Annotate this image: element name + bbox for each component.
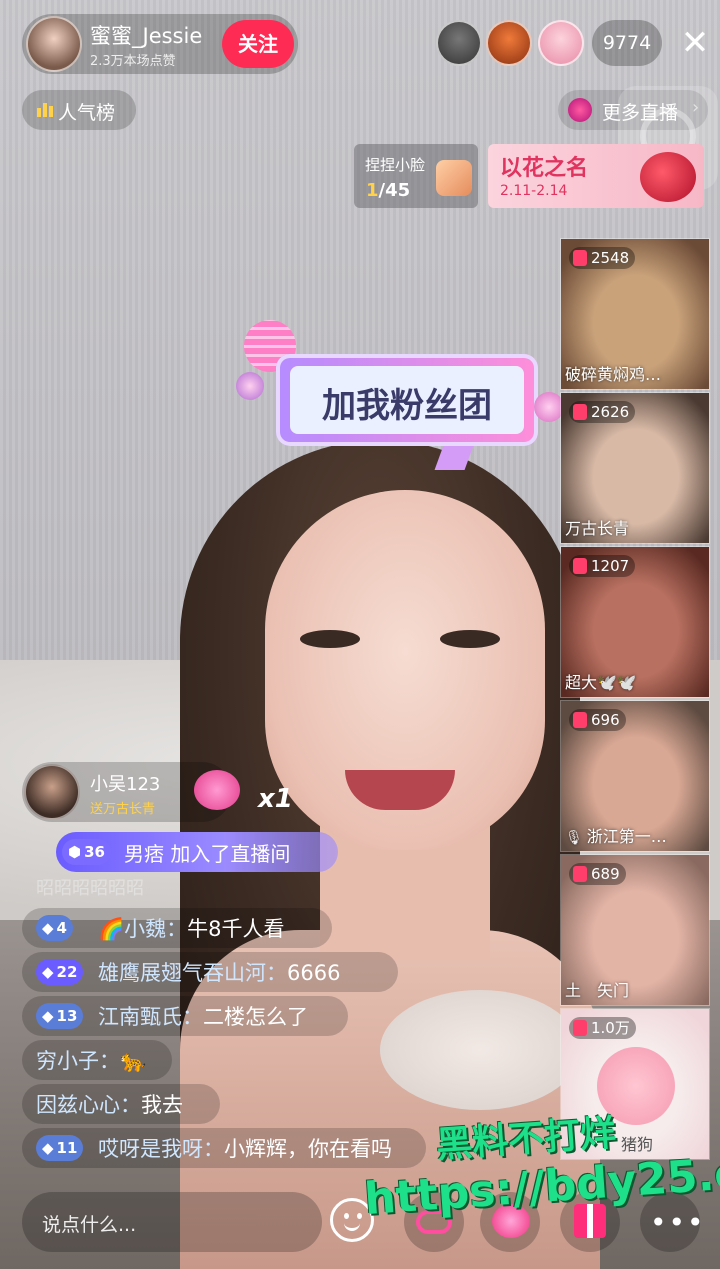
guest-score: 1207: [591, 557, 630, 575]
streamer-eye-right: [440, 630, 500, 648]
level-value: 36: [84, 843, 105, 861]
mic-icon: [573, 866, 587, 882]
guest-score-badge: 2548: [569, 247, 636, 269]
chat-username[interactable]: 江南甄氏：: [98, 1005, 203, 1029]
chat-username[interactable]: 哎呀是我呀：: [98, 1137, 224, 1161]
level-badge: ◆ 11: [36, 1135, 84, 1161]
guest-score-badge: 696: [569, 709, 626, 731]
pinch-hand-icon: [436, 160, 472, 196]
host-avatar[interactable]: [26, 16, 82, 72]
viewer-avatar-1[interactable]: [436, 20, 482, 66]
chat-text: 因兹心心：我去: [36, 1089, 183, 1119]
chat-content: 🐆: [120, 1049, 147, 1073]
chat-username[interactable]: 穷小子：: [36, 1049, 120, 1073]
guest-score-badge: 689: [569, 863, 626, 885]
gift-multiplier: x1: [258, 784, 293, 814]
live-icon: [568, 98, 592, 122]
guest-score-badge: 1207: [569, 555, 636, 577]
guest-tile[interactable]: 1207 超大🕊️🕊️: [560, 546, 710, 698]
close-icon[interactable]: ✕: [678, 22, 712, 64]
viewer-avatar-2[interactable]: [486, 20, 532, 66]
level-value: 13: [56, 1007, 78, 1025]
mic-icon: [573, 404, 587, 420]
chat-username[interactable]: 🌈小魏：: [98, 917, 187, 941]
chat-text: 哎呀是我呀：小辉辉，你在看吗: [98, 1133, 392, 1163]
chat-text: 🌈小魏：牛8千人看: [98, 913, 285, 943]
chat-content: 二楼怎么了: [203, 1005, 308, 1029]
gem-icon: ◆: [42, 963, 54, 981]
level-badge: ◆ 22: [36, 959, 84, 985]
follow-button[interactable]: 关注: [222, 20, 294, 68]
guest-score-badge: 1.0万: [569, 1017, 636, 1039]
streamer-eye-left: [300, 630, 360, 648]
event-title: 以花之名: [500, 156, 589, 181]
guest-score: 696: [591, 711, 620, 729]
guest-score-badge: 2626: [569, 401, 636, 423]
pinch-title: 捏捏小脸: [365, 156, 426, 174]
guest-name: 猪狗: [621, 1135, 654, 1154]
guest-name: 🎙 浙江第一…: [565, 827, 667, 846]
chat-content: 我去: [141, 1093, 183, 1117]
streamer-blouse: [380, 990, 580, 1110]
level-badge: ◆ 4: [36, 915, 73, 941]
guest-score: 2548: [591, 249, 630, 267]
disco-ball-small-icon: [236, 372, 264, 400]
guest-score: 2626: [591, 403, 630, 421]
bar-chart-icon: [37, 103, 53, 117]
mic-muted-icon: 🎙: [565, 830, 583, 846]
event-dates: 2.11-2.14: [500, 183, 568, 199]
fan-club-sticker-text: 加我粉丝团: [322, 386, 492, 426]
more-dots-icon: •••: [650, 1206, 706, 1239]
pinch-progress: 1/45: [366, 180, 411, 201]
gem-icon: ◆: [42, 1139, 54, 1157]
heart-gift-icon: [194, 770, 240, 810]
level-value: 22: [56, 963, 78, 981]
join-text: 男痞 加入了直播间: [124, 842, 291, 866]
gem-icon: ◆: [42, 919, 54, 937]
guest-name: 土 矢门: [565, 981, 630, 1000]
guest-tile[interactable]: 696 🎙 浙江第一…: [560, 700, 710, 852]
guest-score: 1.0万: [591, 1019, 630, 1037]
gift-sender-avatar[interactable]: [24, 764, 80, 820]
level-badge: ⬢ 36: [62, 839, 111, 865]
chat-content: 6666: [287, 961, 341, 985]
ranking-label: 人气榜: [58, 102, 116, 124]
chat-username[interactable]: 因兹心心：: [36, 1093, 141, 1117]
gift-description: 送万古长青: [90, 802, 156, 817]
gift-sender-name: 小吴123: [90, 774, 161, 795]
mic-icon: [573, 1020, 587, 1036]
mic-icon: [573, 558, 587, 574]
guest-name: 破碎黄焖鸡…: [565, 365, 662, 384]
mic-icon: [573, 250, 587, 266]
guest-name: 超大🕊️🕊️: [565, 673, 637, 692]
gem-icon: ◆: [42, 1007, 54, 1025]
guest-tile[interactable]: 2548 破碎黄焖鸡…: [560, 238, 710, 390]
guest-name: 万古长青: [565, 519, 630, 538]
level-value: 11: [56, 1139, 78, 1157]
comment-placeholder: 说点什么...: [42, 1214, 137, 1236]
gem-icon: ⬢: [68, 843, 82, 861]
chat-content: 牛8千人看: [187, 917, 285, 941]
guest-tile[interactable]: 689 土 矢门: [560, 854, 710, 1006]
host-name: 蜜蜜_Jessie: [90, 24, 203, 48]
chat-username[interactable]: 雄鹰展翅气吞山河：: [98, 961, 287, 985]
viewer-avatar-3[interactable]: [538, 20, 584, 66]
rose-icon: [640, 152, 696, 202]
chat-text: 雄鹰展翅气吞山河：6666: [98, 957, 340, 987]
viewer-count[interactable]: 9774: [592, 20, 662, 66]
chat-text: 江南甄氏：二楼怎么了: [98, 1001, 308, 1031]
host-likes: 2.3万本场点赞: [90, 54, 176, 69]
chat-text: 穷小子：🐆: [36, 1045, 146, 1075]
guest-score: 689: [591, 865, 620, 883]
faded-chat-line: 昭昭昭昭昭昭: [36, 878, 144, 899]
chat-content: 小辉辉，你在看吗: [224, 1137, 392, 1161]
guest-tile[interactable]: 2626 万古长青: [560, 392, 710, 544]
level-value: 4: [56, 919, 67, 937]
level-badge: ◆ 13: [36, 1003, 84, 1029]
mic-icon: [573, 712, 587, 728]
